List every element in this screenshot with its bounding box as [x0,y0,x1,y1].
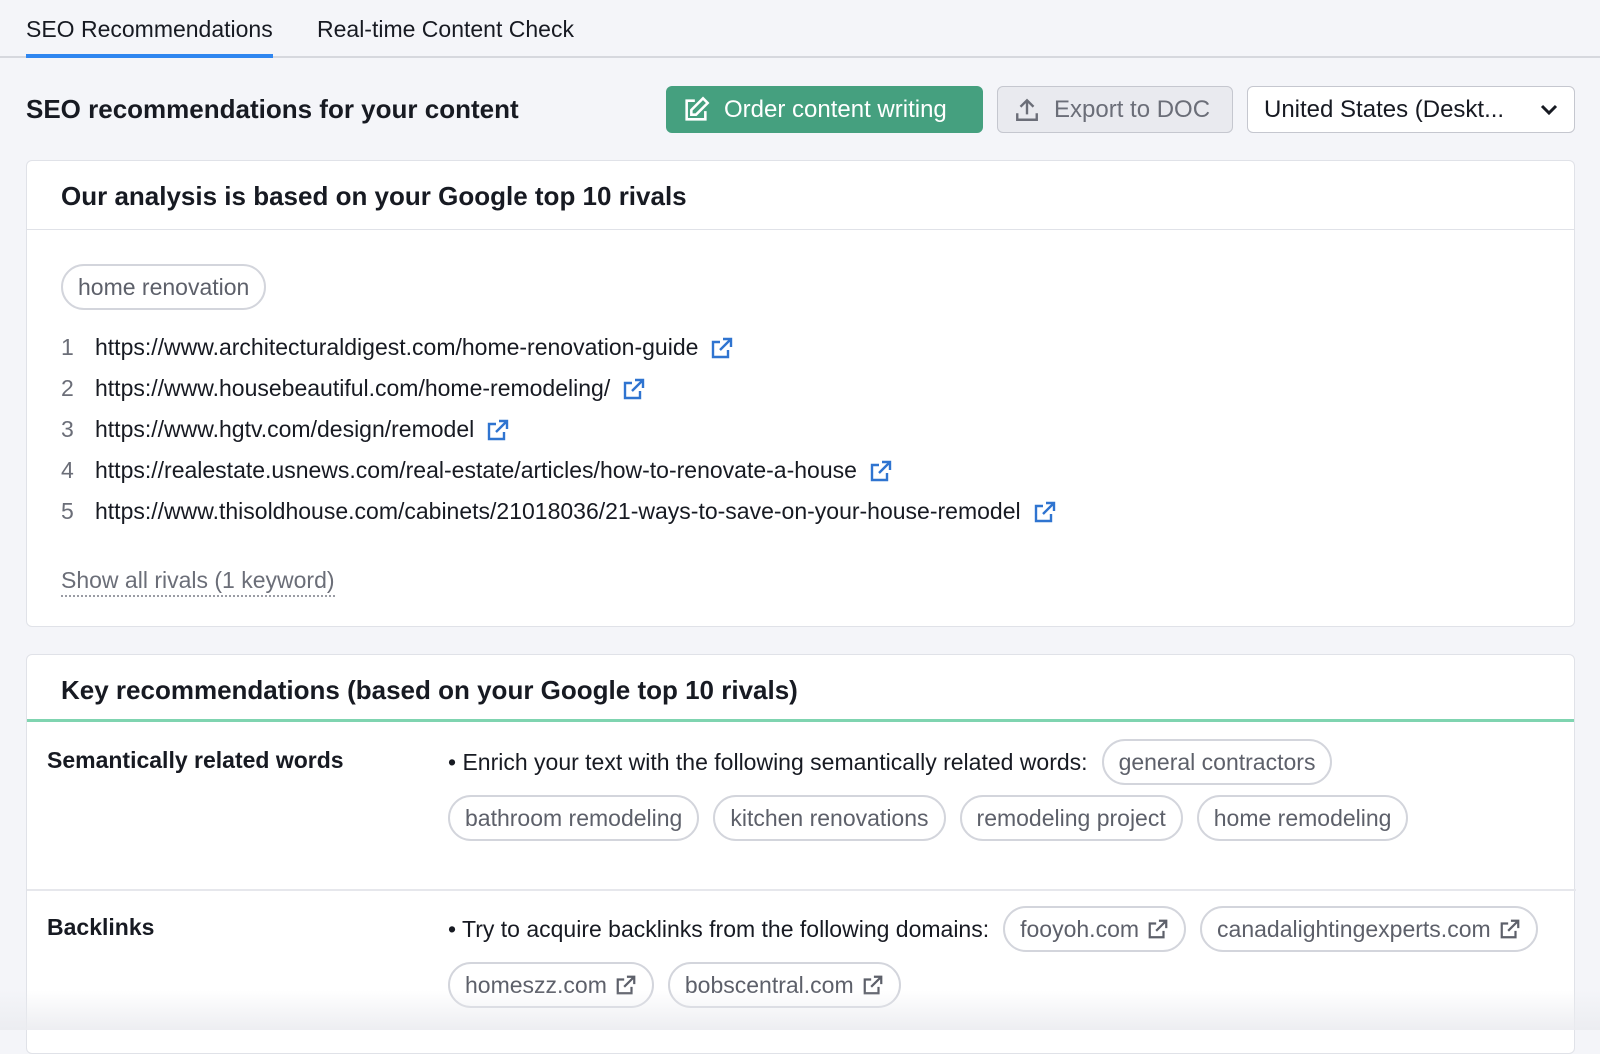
rival-item: 3 https://www.hgtv.com/design/remodel [61,409,1461,450]
show-all-rivals-link[interactable]: Show all rivals (1 keyword) [61,567,335,597]
rival-rank: 1 [61,334,74,360]
backlinks-text: • Try to acquire backlinks from the foll… [448,915,990,942]
tab-realtime-content-check[interactable]: Real-time Content Check [317,16,574,55]
export-label: Export to DOC [1054,95,1211,123]
external-link-icon[interactable] [622,377,646,401]
edit-icon [685,96,710,121]
keyword-chip[interactable]: home renovation [61,264,267,310]
rival-url: https://www.architecturaldigest.com/home… [95,334,699,360]
word-chip[interactable]: bathroom remodeling [448,795,700,841]
word-chip[interactable]: kitchen renovations [713,795,946,841]
export-to-doc-button[interactable]: Export to DOC [997,86,1233,133]
external-link-icon [1500,919,1519,939]
rival-rank: 5 [61,498,74,524]
tab-bar: SEO Recommendations Real-time Content Ch… [0,0,1600,58]
page-title: SEO recommendations for your content [26,94,519,124]
external-link-icon [1148,919,1168,939]
external-link-icon[interactable] [486,418,510,442]
rival-item: 2 https://www.housebeautiful.com/home-rem… [61,368,1461,409]
rivals-list: 1 https://www.architecturaldigest.com/hom… [61,327,1461,540]
word-chip[interactable]: remodeling project [959,795,1183,841]
rival-url: https://realestate.usnews.com/real-estat… [95,457,857,483]
chevron-down-icon [1540,104,1558,115]
row-divider [27,889,1576,891]
backlinks-label: Backlinks [47,914,155,940]
rival-url: https://www.thisoldhouse.com/cabinets/21… [95,498,1021,524]
key-recommendations-title: Key recommendations (based on your Googl… [27,655,1574,722]
region-select-value: United States (Deskt... [1264,95,1505,123]
domain-chip[interactable]: fooyoh.com [1003,906,1187,952]
rival-rank: 2 [61,375,74,401]
rivals-card-title: Our analysis is based on your Google top… [27,161,1574,230]
rival-item: 4 https://realestate.usnews.com/real-esta… [61,450,1461,491]
domain-name: fooyoh.com [1020,915,1140,942]
domain-chip[interactable]: canadalightingexperts.com [1200,906,1538,952]
semantic-words-label: Semantically related words [47,747,344,773]
tab-seo-recommendations[interactable]: SEO Recommendations [26,16,273,58]
external-link-icon[interactable] [1033,500,1057,524]
rival-url: https://www.housebeautiful.com/home-remo… [95,375,611,401]
region-device-select[interactable]: United States (Deskt... [1247,86,1575,133]
rival-rank: 4 [61,457,74,483]
external-link-icon[interactable] [710,336,734,360]
word-chip[interactable]: general contractors [1101,739,1333,785]
external-link-icon[interactable] [869,459,893,483]
semantic-words-chips: • Enrich your text with the following se… [448,739,1548,841]
rival-url: https://www.hgtv.com/design/remodel [95,416,475,442]
order-content-writing-button[interactable]: Order content writing [666,86,983,133]
rival-item: 1 https://www.architecturaldigest.com/hom… [61,327,1461,368]
bottom-fade [0,990,1600,1030]
rival-item: 5 https://www.thisoldhouse.com/cabinets/2… [61,491,1461,532]
semantic-words-text: • Enrich your text with the following se… [448,748,1088,775]
rival-rank: 3 [61,416,74,442]
upload-icon [1016,98,1038,121]
word-chip[interactable]: home remodeling [1196,795,1409,841]
order-label: Order content writing [724,95,947,123]
domain-name: canadalightingexperts.com [1217,915,1491,942]
rivals-analysis-card: Our analysis is based on your Google top… [26,160,1575,627]
